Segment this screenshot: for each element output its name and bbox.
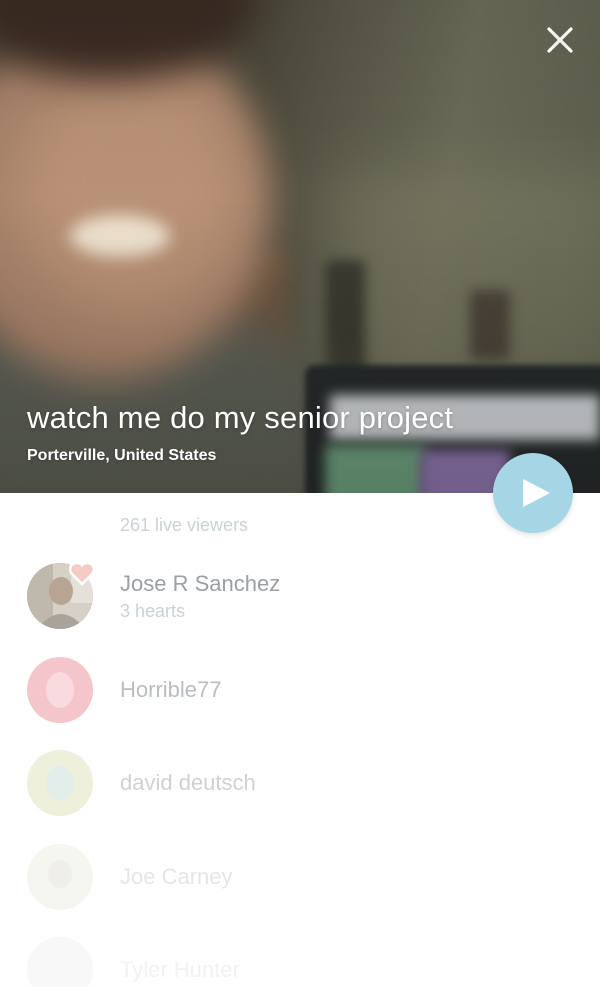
avatar bbox=[27, 657, 93, 723]
viewer-row[interactable]: Tyler Hunter bbox=[0, 930, 600, 987]
viewer-hearts: 3 hearts bbox=[120, 601, 186, 621]
play-icon bbox=[523, 479, 550, 507]
heart-icon bbox=[68, 560, 96, 586]
viewer-name: Horrible77 bbox=[120, 677, 222, 702]
live-viewer-count: 261 live viewers bbox=[120, 515, 249, 535]
avatar bbox=[27, 750, 93, 816]
viewer-row[interactable]: Horrible77 bbox=[0, 650, 600, 730]
viewer-name: david deutsch bbox=[120, 770, 256, 795]
close-icon bbox=[547, 27, 573, 53]
avatar bbox=[27, 937, 93, 987]
close-button[interactable] bbox=[540, 20, 580, 60]
viewer-row[interactable]: david deutsch bbox=[0, 743, 600, 823]
avatar bbox=[27, 844, 93, 910]
viewer-row[interactable]: Joe Carney bbox=[0, 837, 600, 917]
viewer-name: Joe Carney bbox=[120, 864, 233, 889]
viewer-name: Jose R Sanchez bbox=[120, 571, 281, 596]
broadcast-title: watch me do my senior project bbox=[27, 400, 454, 435]
play-button[interactable] bbox=[493, 453, 573, 533]
viewer-name: Tyler Hunter bbox=[120, 957, 240, 982]
broadcast-location: Porterville, United States bbox=[27, 447, 217, 464]
